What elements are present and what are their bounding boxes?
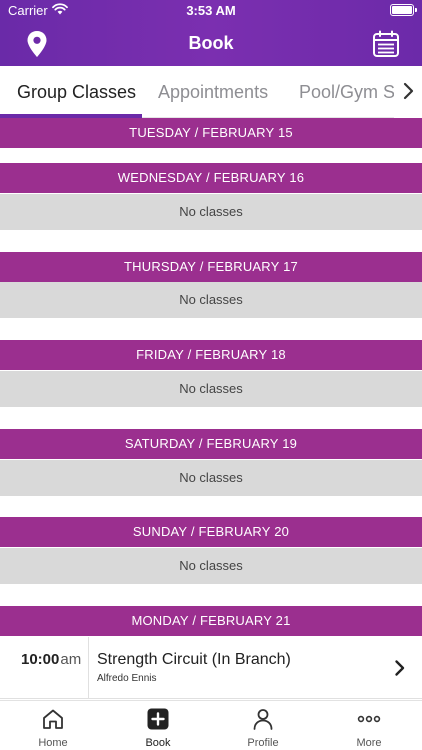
tab-book[interactable]: Book — [118, 701, 198, 750]
status-bar: Carrier 3:53 AM — [0, 0, 422, 22]
class-name: Strength Circuit (In Branch) — [97, 651, 291, 668]
day-header: MONDAY / FEBRUARY 21 — [0, 606, 422, 636]
app-header: Carrier 3:53 AM Book — [0, 0, 422, 66]
tab-pool-gym[interactable]: Pool/Gym Sc — [299, 66, 404, 117]
no-classes-row: No classes — [0, 460, 422, 496]
day-header: SUNDAY / FEBRUARY 20 — [0, 517, 422, 547]
tab-profile[interactable]: Profile — [223, 701, 303, 750]
day-header: THURSDAY / FEBRUARY 17 — [0, 252, 422, 282]
tab-book-label: Book — [145, 737, 171, 749]
nav-bar: Book — [0, 22, 422, 66]
calendar-icon[interactable] — [372, 30, 400, 58]
day-header: WEDNESDAY / FEBRUARY 16 — [0, 163, 422, 193]
day-header: TUESDAY / FEBRUARY 15 — [0, 118, 422, 148]
ellipsis-icon — [357, 715, 381, 723]
tab-appointments[interactable]: Appointments — [158, 66, 268, 117]
no-classes-row: No classes — [0, 282, 422, 318]
day-header: SATURDAY / FEBRUARY 19 — [0, 429, 422, 459]
page-title: Book — [188, 33, 234, 53]
no-classes-row: No classes — [0, 548, 422, 584]
status-time: 3:53 AM — [186, 3, 236, 18]
no-classes-row: No classes — [0, 371, 422, 407]
class-time-value: 10:00 — [21, 651, 60, 668]
day-header: FRIDAY / FEBRUARY 18 — [0, 340, 422, 370]
tab-more[interactable]: More — [329, 701, 409, 750]
tab-home-label: Home — [38, 737, 68, 749]
bottom-tab-bar: Home Book Profile More — [0, 700, 422, 750]
tab-home[interactable]: Home — [13, 701, 93, 750]
tab-more-label: More — [356, 737, 382, 749]
no-classes-row: No classes — [0, 194, 422, 230]
row-divider — [88, 637, 89, 699]
class-time-ampm: am — [60, 651, 82, 668]
class-row[interactable]: 10:00am Strength Circuit (In Branch) Alf… — [0, 637, 422, 699]
home-icon — [43, 709, 63, 729]
class-instructor: Alfredo Ennis — [97, 673, 157, 684]
battery-icon — [390, 4, 417, 16]
chevron-right-icon — [395, 660, 405, 676]
segment-tabs: Group Classes Appointments Pool/Gym Sc — [0, 66, 422, 118]
chevron-right-icon[interactable] — [402, 80, 416, 102]
tab-group-classes[interactable]: Group Classes — [17, 66, 136, 117]
plus-square-icon — [147, 708, 169, 730]
class-time: 10:00am — [21, 651, 81, 668]
person-icon — [253, 709, 273, 730]
tab-profile-label: Profile — [247, 737, 279, 749]
